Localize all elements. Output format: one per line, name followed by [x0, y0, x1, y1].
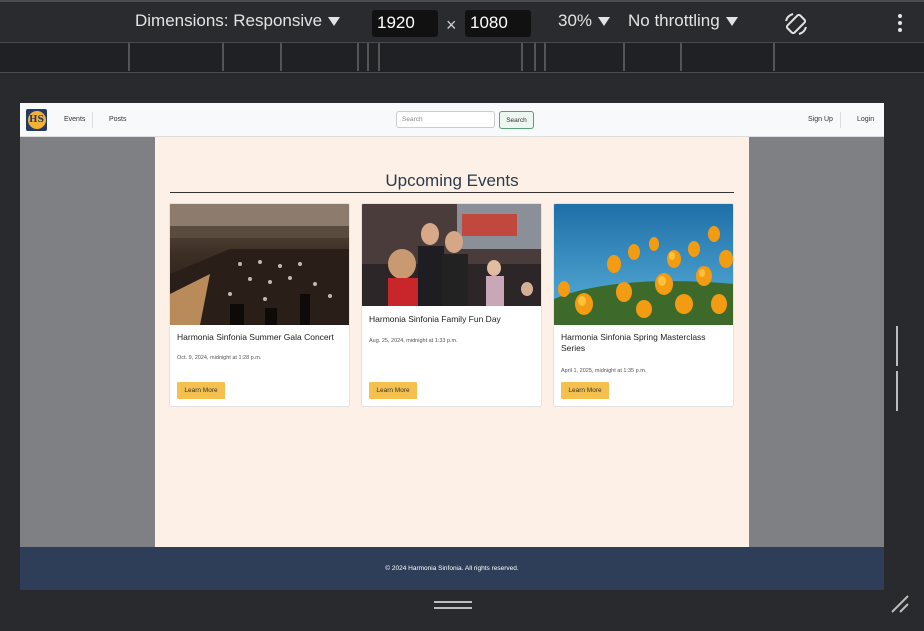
learn-more-button[interactable]: Learn More	[177, 382, 225, 399]
chevron-down-icon	[328, 16, 341, 26]
event-image-family-day	[362, 204, 541, 306]
dimensions-label: Dimensions: Responsive	[135, 11, 323, 30]
search-input[interactable]: Search	[396, 111, 495, 128]
ruler-tick	[222, 43, 224, 71]
event-title[interactable]: Harmonia Sinfonia Summer Gala Concert	[177, 332, 345, 343]
device-viewport: HS Events Posts Search Search Sign Up Lo…	[20, 103, 884, 590]
nav-link-signup[interactable]: Sign Up	[808, 116, 833, 123]
site-navbar: HS Events Posts Search Search Sign Up Lo…	[20, 103, 884, 137]
ruler-tick	[534, 43, 536, 71]
rotate-icon[interactable]	[783, 11, 809, 37]
width-input[interactable]: 1920	[372, 10, 438, 37]
zoom-label: 30%	[558, 11, 593, 30]
ruler-tick	[280, 43, 282, 71]
event-card: Harmonia Sinfonia Summer Gala Concert Oc…	[169, 203, 350, 407]
event-date: Oct. 9, 2024, midnight at 1:28 p.m.	[177, 355, 262, 361]
ruler-tick	[378, 43, 380, 71]
search-button[interactable]: Search	[499, 111, 534, 129]
footer-copyright: © 2024 Harmonia Sinfonia. All rights res…	[385, 565, 519, 572]
site-footer: © 2024 Harmonia Sinfonia. All rights res…	[20, 547, 884, 590]
devtools-window: Dimensions: Responsive 1920 × 1080 30% N…	[0, 0, 924, 631]
event-title[interactable]: Harmonia Sinfonia Family Fun Day	[369, 314, 537, 325]
nav-divider	[92, 112, 93, 128]
height-input[interactable]: 1080	[465, 10, 531, 37]
throttling-dropdown[interactable]: No throttling	[628, 11, 738, 31]
event-title[interactable]: Harmonia Sinfonia Spring Masterclass Ser…	[561, 332, 729, 354]
site-logo[interactable]: HS	[26, 109, 47, 131]
nav-link-events[interactable]: Events	[64, 116, 85, 123]
main-content: Upcoming Events Harmonia Sinfonia Summer…	[155, 137, 749, 547]
ruler-tick	[623, 43, 625, 71]
times-sign: ×	[446, 15, 457, 35]
kebab-menu-icon[interactable]	[898, 14, 902, 32]
zoom-dropdown[interactable]: 30%	[558, 11, 611, 31]
nav-link-posts[interactable]: Posts	[109, 116, 127, 123]
ruler-tick	[367, 43, 369, 71]
throttling-label: No throttling	[628, 11, 720, 30]
ruler-tick	[357, 43, 359, 71]
chevron-down-icon	[598, 16, 611, 26]
event-card: Harmonia Sinfonia Spring Masterclass Ser…	[553, 203, 734, 407]
event-date: April 1, 2025, midnight at 1:35 p.m.	[561, 368, 647, 374]
learn-more-button[interactable]: Learn More	[369, 382, 417, 399]
resize-handle-bottom[interactable]	[434, 601, 472, 610]
logo-text: HS	[27, 111, 46, 129]
event-date: Aug. 25, 2024, midnight at 1:33 p.m.	[369, 338, 458, 344]
ruler-tick	[521, 43, 523, 71]
ruler-tick	[544, 43, 546, 71]
event-card: Harmonia Sinfonia Family Fun Day Aug. 25…	[361, 203, 542, 407]
nav-link-login[interactable]: Login	[857, 116, 874, 123]
resize-corner-icon[interactable]	[890, 594, 910, 614]
ruler-tick	[773, 43, 775, 71]
ruler-tick	[680, 43, 682, 71]
ruler-tick	[128, 43, 130, 71]
learn-more-button[interactable]: Learn More	[561, 382, 609, 399]
event-image-concert-hall	[170, 204, 349, 325]
media-query-bar	[0, 43, 924, 73]
device-toolbar: Dimensions: Responsive 1920 × 1080 30% N…	[0, 0, 924, 43]
page-title: Upcoming Events	[170, 171, 734, 193]
event-image-poppies	[554, 204, 733, 325]
dimensions-dropdown[interactable]: Dimensions: Responsive	[135, 11, 341, 31]
chevron-down-icon	[725, 16, 738, 26]
resize-handle-right[interactable]	[896, 326, 906, 411]
nav-divider	[840, 112, 841, 128]
